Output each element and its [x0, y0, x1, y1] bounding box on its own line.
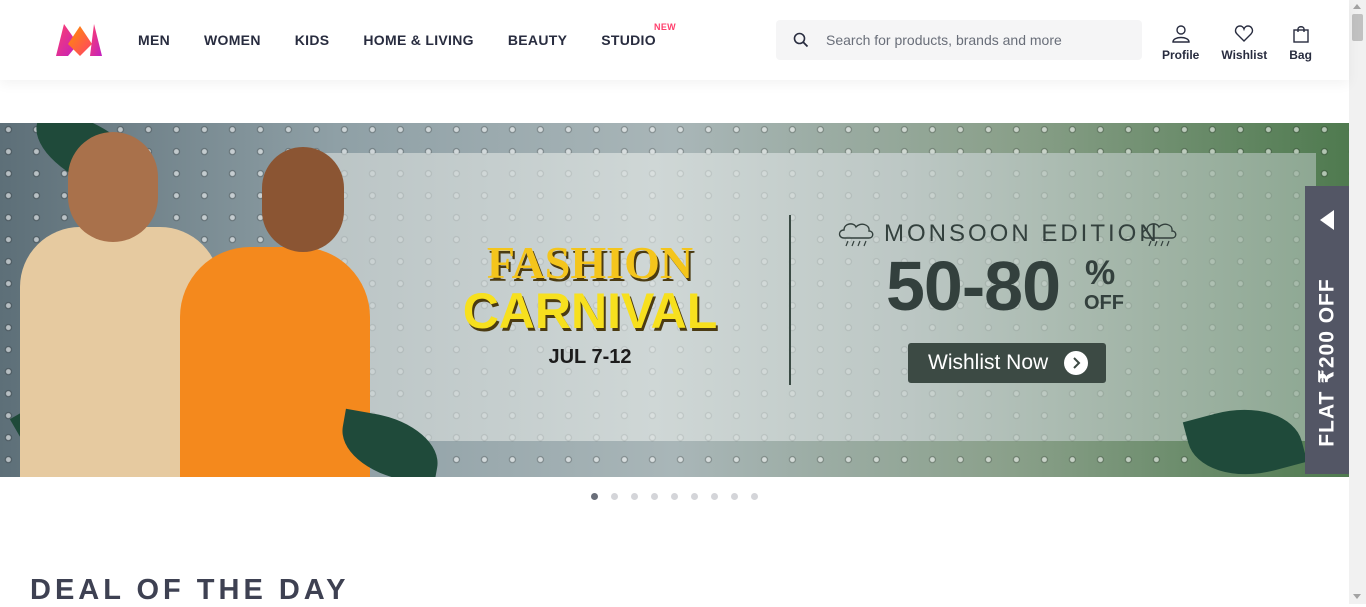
- carousel-dot[interactable]: [751, 493, 758, 500]
- nav-home-living[interactable]: HOME & LIVING: [363, 32, 473, 48]
- rain-cloud-icon: [1141, 223, 1177, 247]
- bag-button[interactable]: Bag: [1289, 24, 1312, 62]
- wishlist-label: Wishlist: [1221, 48, 1268, 62]
- deal-of-the-day-heading: DEAL OF THE DAY: [30, 574, 350, 606]
- profile-label: Profile: [1162, 48, 1200, 62]
- search-icon[interactable]: [776, 20, 826, 60]
- model-woman-head: [262, 147, 344, 252]
- nav-men[interactable]: MEN: [138, 32, 170, 48]
- profile-button[interactable]: Profile: [1162, 24, 1199, 62]
- nav-women[interactable]: WOMEN: [204, 32, 261, 48]
- carousel-dot[interactable]: [631, 493, 638, 500]
- carousel-dots: [591, 493, 771, 500]
- carousel-dot[interactable]: [711, 493, 718, 500]
- monsoon-edition-label: MONSOON EDITION: [884, 220, 1160, 247]
- scroll-thumb[interactable]: [1352, 14, 1363, 41]
- header-actions: Profile Wishlist Bag: [1162, 24, 1334, 62]
- model-woman: [180, 247, 370, 477]
- chevron-right-icon: [1064, 351, 1088, 375]
- main-nav: MEN WOMEN KIDS HOME & LIVING BEAUTY STUD…: [138, 0, 690, 80]
- site-header: MEN WOMEN KIDS HOME & LIVING BEAUTY STUD…: [0, 0, 1349, 80]
- bag-icon: [1292, 26, 1309, 43]
- search-input[interactable]: [826, 32, 1126, 48]
- scroll-down-arrow-icon[interactable]: [1353, 594, 1361, 599]
- carousel-dot[interactable]: [671, 493, 678, 500]
- wishlist-now-label: Wishlist Now: [928, 351, 1049, 374]
- model-man-head: [68, 132, 158, 242]
- profile-icon: [1171, 25, 1190, 43]
- nav-studio[interactable]: STUDIO NEW: [601, 22, 675, 48]
- discount-off: OFF: [1084, 292, 1124, 314]
- scroll-up-arrow-icon[interactable]: [1353, 4, 1361, 9]
- carousel-dot[interactable]: [611, 493, 618, 500]
- wishlist-now-button[interactable]: Wishlist Now: [908, 343, 1106, 383]
- rain-cloud-icon: [838, 223, 874, 247]
- carousel-dot[interactable]: [651, 493, 658, 500]
- page-scrollbar[interactable]: [1349, 0, 1366, 604]
- discount-percent: %: [1085, 254, 1116, 292]
- carousel-dot[interactable]: [591, 493, 598, 500]
- carousel-dot[interactable]: [691, 493, 698, 500]
- banner-dates: JUL 7-12: [548, 346, 632, 368]
- flat-offer-tab[interactable]: FLAT ₹200 OFF: [1305, 186, 1349, 474]
- myntra-logo-icon[interactable]: [54, 22, 104, 58]
- triangle-left-icon: [1320, 210, 1334, 230]
- bag-label: Bag: [1289, 48, 1312, 62]
- carousel-dot[interactable]: [731, 493, 738, 500]
- nav-beauty[interactable]: BEAUTY: [508, 32, 567, 48]
- banner-title-carnival: CARNIVAL: [462, 283, 718, 339]
- flat-offer-text: FLAT ₹200 OFF: [1315, 278, 1339, 447]
- nav-kids[interactable]: KIDS: [295, 32, 330, 48]
- search-bar[interactable]: [776, 20, 1142, 60]
- banner-divider: [789, 215, 791, 385]
- banner-title-fashion: FASHION: [486, 237, 694, 288]
- wishlist-button[interactable]: Wishlist: [1221, 24, 1267, 62]
- new-badge: NEW: [654, 22, 676, 32]
- discount-range: 50-80: [886, 247, 1061, 325]
- wishlist-heart-icon: [1235, 25, 1254, 42]
